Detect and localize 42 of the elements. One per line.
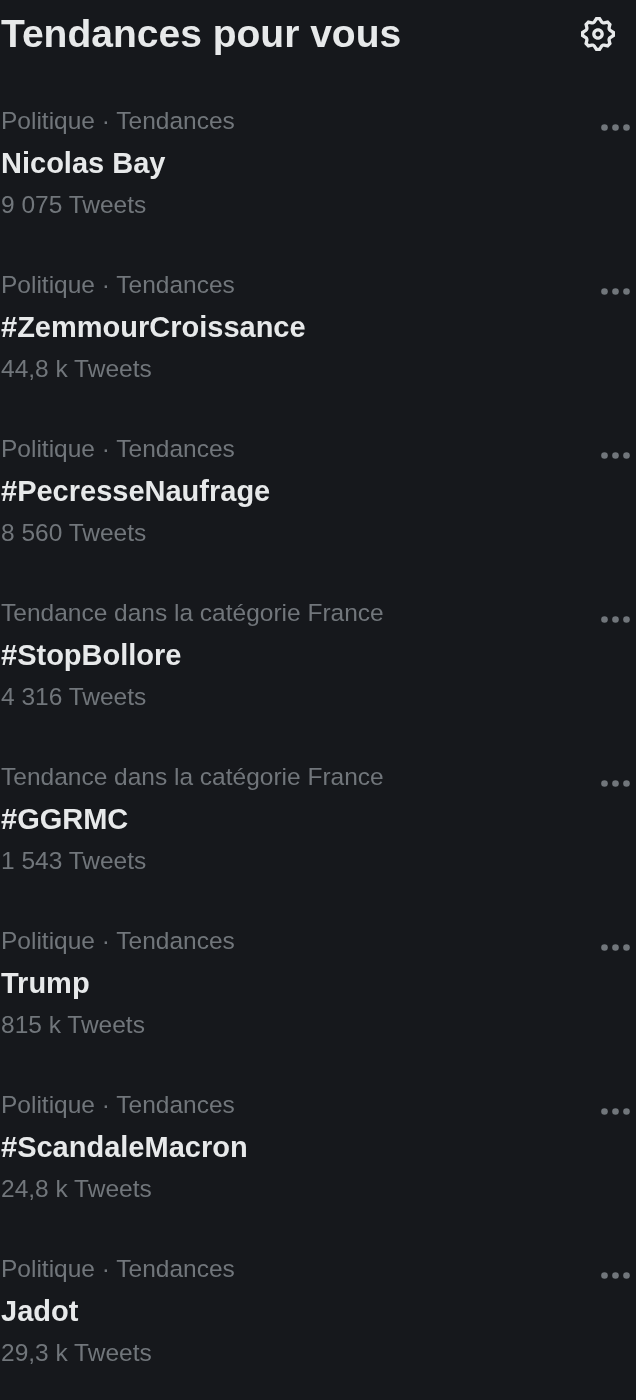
trend-name[interactable]: Nicolas Bay [1,142,166,184]
tweet-count: 29,3 k Tweets [1,1338,152,1368]
trend-name[interactable]: #GGRMC [1,798,129,840]
more-button[interactable] [601,124,630,131]
tweet-count: 44,8 k Tweets [1,354,152,384]
trend-context: Politique · Tendances [1,434,235,464]
trend-context: Politique · Tendances [1,926,235,956]
trend-context: Politique · Tendances [1,1254,235,1284]
ellipsis-icon [601,616,630,623]
more-button[interactable] [601,452,630,459]
ellipsis-icon [601,1108,630,1115]
tweet-count: 24,8 k Tweets [1,1174,152,1204]
tweet-count: 815 k Tweets [1,1010,145,1040]
trend-context: Politique · Tendances [1,106,235,136]
ellipsis-icon [601,780,630,787]
more-button[interactable] [601,1272,630,1279]
ellipsis-icon [601,1272,630,1279]
ellipsis-icon [601,124,630,131]
ellipsis-icon [601,452,630,459]
trend-context: Tendance dans la catégorie France [1,762,384,792]
trend-context: Politique · Tendances [1,1090,235,1120]
tweet-count: 4 316 Tweets [1,682,147,712]
ellipsis-icon [601,288,630,295]
trend-name[interactable]: #ZemmourCroissance [1,306,306,348]
ellipsis-icon [601,944,630,951]
tweet-count: 9 075 Tweets [1,190,147,220]
more-button[interactable] [601,944,630,951]
trend-name[interactable]: Trump [1,962,90,1004]
more-button[interactable] [601,1108,630,1115]
trend-name[interactable]: #StopBollore [1,634,182,676]
trend-name[interactable]: #PecresseNaufrage [1,470,271,512]
tweet-count: 8 560 Tweets [1,518,147,548]
trend-name[interactable]: Jadot [1,1290,79,1332]
trend-context: Politique · Tendances [1,270,235,300]
more-button[interactable] [601,288,630,295]
section-title: Tendances pour vous [1,11,402,57]
trend-name[interactable]: #ScandaleMacron [1,1126,248,1168]
more-button[interactable] [601,780,630,787]
more-button[interactable] [601,616,630,623]
settings-icon[interactable] [581,17,615,51]
tweet-count: 1 543 Tweets [1,846,147,876]
trend-context: Tendance dans la catégorie France [1,598,384,628]
